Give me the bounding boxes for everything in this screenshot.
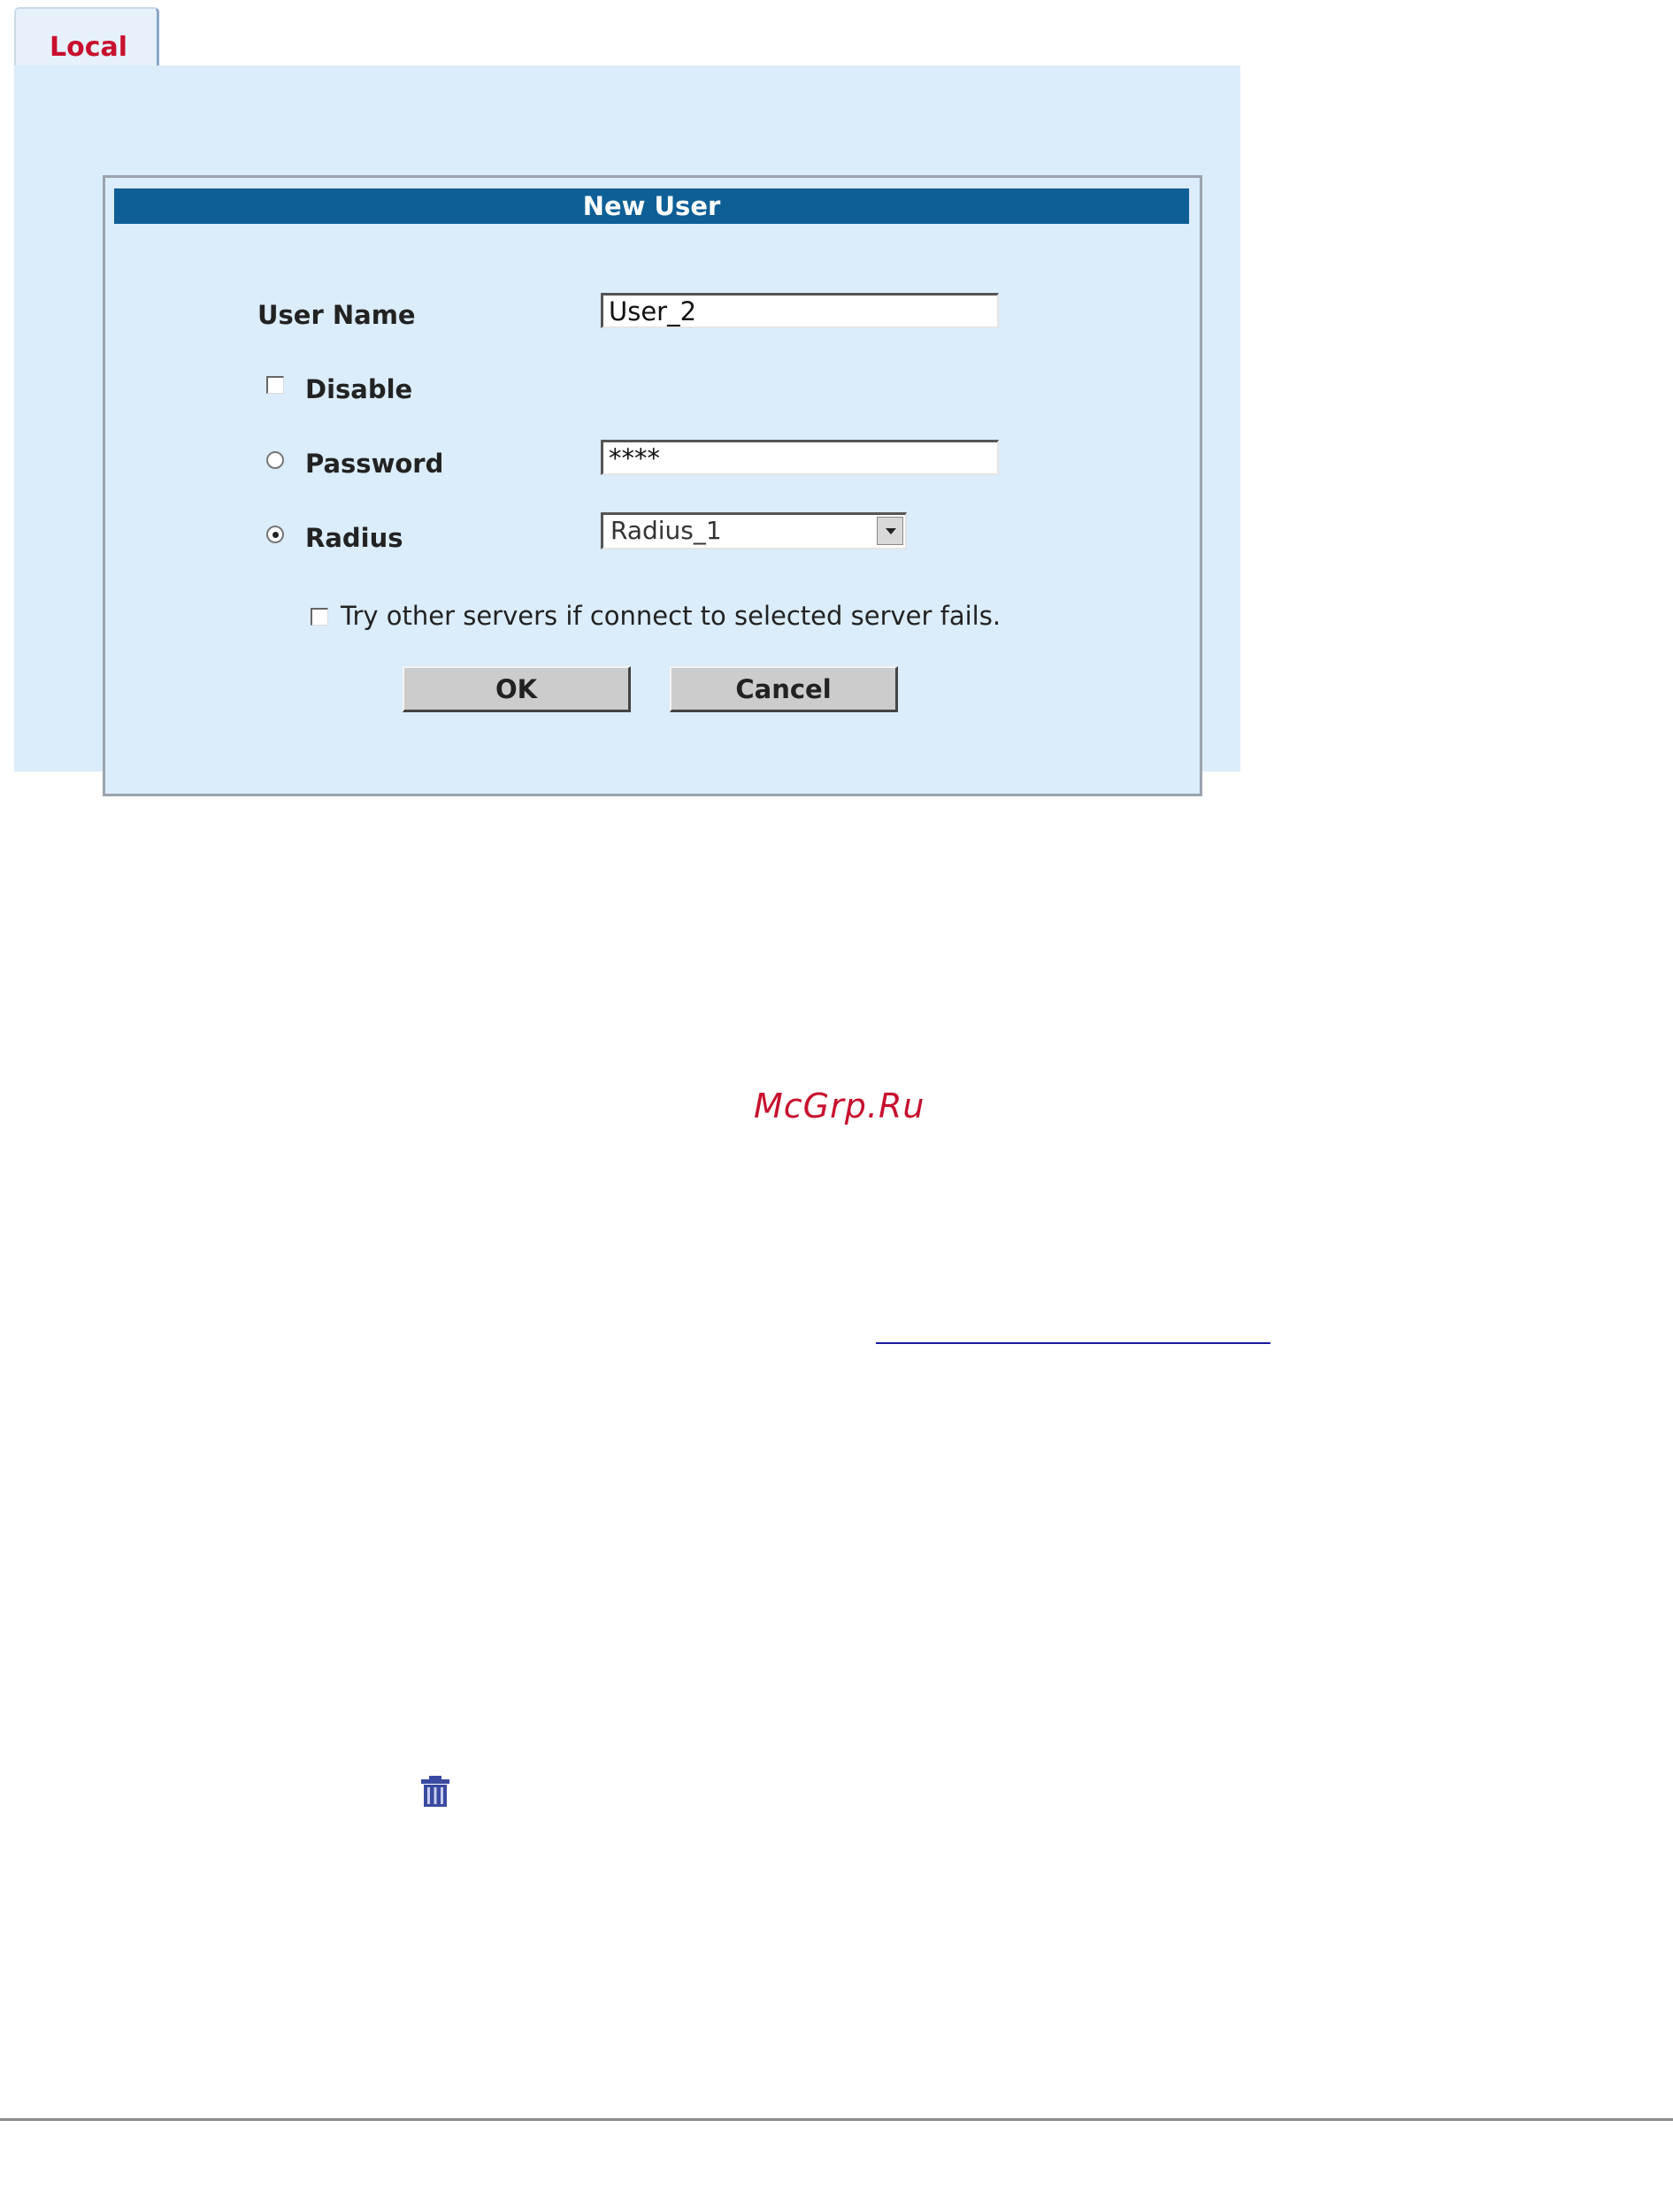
trash-icon[interactable] (419, 1775, 451, 1809)
try-other-servers-label: Try other servers if connect to selected… (341, 601, 1001, 631)
disable-label: Disable (305, 374, 413, 404)
new-user-dialog: New User User Name Disable Password Radi… (103, 175, 1202, 796)
radius-server-select[interactable]: Radius_1 (601, 512, 907, 549)
tab-panel: New User User Name Disable Password Radi… (14, 65, 1240, 796)
disable-checkbox[interactable] (266, 376, 284, 394)
tab-local[interactable]: Local (14, 7, 159, 67)
link-underline[interactable] (876, 1342, 1270, 1344)
user-name-input[interactable] (601, 293, 999, 328)
user-name-label: User Name (257, 300, 416, 330)
ok-button[interactable]: OK (403, 666, 631, 712)
try-other-servers-checkbox[interactable] (311, 608, 328, 626)
password-label: Password (305, 449, 444, 479)
password-radio[interactable] (266, 451, 284, 469)
watermark: McGrp.Ru (754, 1087, 925, 1125)
tab-local-label: Local (50, 32, 128, 63)
cancel-button[interactable]: Cancel (670, 666, 898, 712)
password-input[interactable] (601, 440, 999, 475)
chevron-down-icon[interactable] (877, 517, 903, 545)
radius-server-selected-value: Radius_1 (610, 516, 722, 545)
footer-divider (0, 2118, 1673, 2121)
radius-radio[interactable] (266, 526, 284, 543)
dialog-title: New User (114, 188, 1189, 224)
radius-label: Radius (305, 523, 403, 553)
